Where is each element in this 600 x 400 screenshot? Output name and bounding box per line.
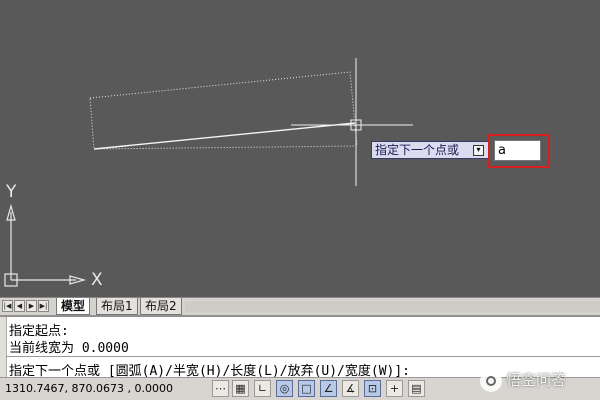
lwt-toggle-icon[interactable]: + xyxy=(386,380,403,397)
drawing-canvas[interactable]: Y X 指定下一个点或 ▾ xyxy=(0,0,600,297)
otrack-toggle-icon[interactable]: ∠ xyxy=(320,380,337,397)
snap-toggle-icon[interactable]: ⋯ xyxy=(212,380,229,397)
osnap-toggle-icon[interactable]: □ xyxy=(298,380,315,397)
ortho-toggle-icon[interactable]: ∟ xyxy=(254,380,271,397)
tab-layout1[interactable]: 布局1 xyxy=(96,298,138,315)
dynamic-input-field[interactable] xyxy=(494,140,541,161)
first-tab-icon[interactable]: |◀ xyxy=(2,300,13,312)
next-tab-icon[interactable]: ▶ xyxy=(26,300,37,312)
watermark-text: 悟空问答 xyxy=(506,371,567,389)
command-separator xyxy=(6,356,600,357)
rubberband-preview-outline xyxy=(89,71,358,150)
last-tab-icon[interactable]: ▶| xyxy=(38,300,49,312)
polar-toggle-icon[interactable]: ◎ xyxy=(276,380,293,397)
ucs-y-label: Y xyxy=(6,182,17,202)
down-arrow-icon[interactable]: ▾ xyxy=(473,145,484,156)
command-window-grip[interactable] xyxy=(0,317,7,377)
tab-model[interactable]: 模型 xyxy=(56,298,91,315)
dynamic-prompt-tooltip: 指定下一个点或 ▾ xyxy=(371,141,490,159)
horizontal-scrollbar[interactable] xyxy=(185,301,600,312)
layout-tab-bar: |◀ ◀ ▶ ▶| 模型 布局1 布局2 xyxy=(0,297,600,315)
ducs-toggle-icon[interactable]: ∡ xyxy=(342,380,359,397)
watermark: 悟空问答 xyxy=(480,369,566,392)
dynamic-prompt-text: 指定下一个点或 xyxy=(375,143,460,157)
prev-tab-icon[interactable]: ◀ xyxy=(14,300,25,312)
coordinate-readout[interactable]: 1310.7467, 870.0673 , 0.0000 xyxy=(5,382,173,395)
polyline-segment xyxy=(93,122,356,150)
tab-layout2[interactable]: 布局2 xyxy=(140,298,182,315)
dyn-toggle-icon[interactable]: ⊡ xyxy=(364,380,381,397)
wukong-logo-icon xyxy=(480,369,502,392)
ucs-icon xyxy=(4,203,87,287)
ucs-x-label: X xyxy=(91,270,103,290)
grid-toggle-icon[interactable]: ▦ xyxy=(232,380,249,397)
command-history-line: 当前线宽为 0.0000 xyxy=(9,341,129,356)
qp-toggle-icon[interactable]: ▤ xyxy=(408,380,425,397)
command-line-window[interactable]: 指定起点: 当前线宽为 0.0000 指定下一个点或 [圆弧(A)/半宽(H)/… xyxy=(0,315,600,379)
